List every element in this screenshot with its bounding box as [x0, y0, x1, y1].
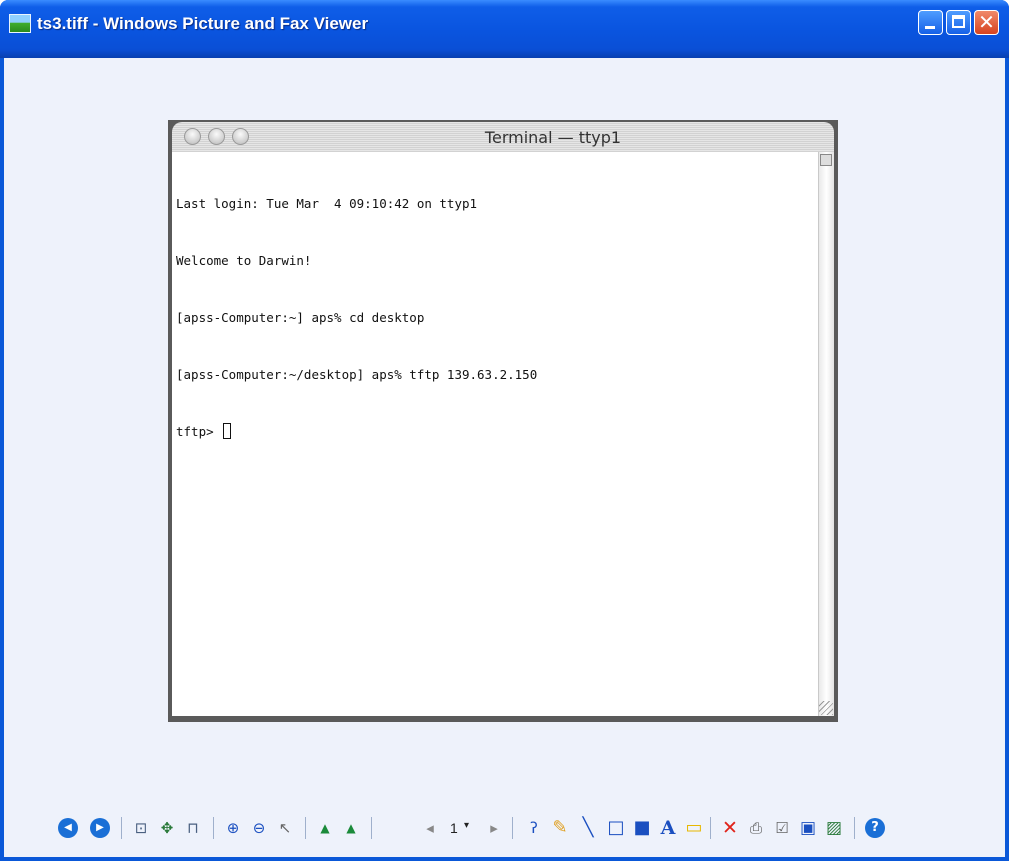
terminal-line: Welcome to Darwin!: [176, 253, 312, 268]
next-image-icon[interactable]: ▶: [90, 818, 110, 838]
maximize-button[interactable]: [946, 10, 971, 35]
previous-page-icon[interactable]: ◂: [420, 818, 440, 838]
print-icon[interactable]: ⎙: [746, 818, 766, 838]
viewer-client-area: Terminal — ttyp1 Last login: Tue Mar 4 0…: [4, 58, 1005, 857]
displayed-image: Terminal — ttyp1 Last login: Tue Mar 4 0…: [168, 120, 838, 722]
hollow-rectangle-icon[interactable]: □: [606, 818, 626, 838]
terminal-prompt: tftp>: [176, 424, 222, 439]
best-fit-icon[interactable]: ⊡: [131, 818, 151, 838]
resize-grip-icon: [819, 701, 833, 715]
terminal-line: [apss-Computer:~] aps% cd desktop: [176, 310, 425, 325]
copy-to-icon[interactable]: ☑: [772, 818, 792, 838]
scroll-arrow-icon: [820, 154, 832, 166]
delete-icon[interactable]: ✕: [720, 818, 740, 838]
toolbar-separator: [121, 817, 122, 839]
highlighter-icon[interactable]: ✎: [550, 818, 570, 838]
text-cursor: [223, 423, 232, 439]
page-number: 1: [450, 820, 458, 836]
terminal-content: Last login: Tue Mar 4 09:10:42 on ttyp1 …: [172, 152, 834, 716]
terminal-title-bar: Terminal — ttyp1: [172, 122, 834, 152]
freehand-annotation-icon[interactable]: ʔ: [524, 818, 544, 838]
slideshow-icon[interactable]: ⊓: [183, 818, 203, 838]
close-button[interactable]: ✕: [974, 10, 999, 35]
save-icon[interactable]: ▣: [798, 818, 818, 838]
minimize-button[interactable]: [918, 10, 943, 35]
previous-image-icon[interactable]: ◀: [58, 818, 78, 838]
minimize-icon: [925, 26, 935, 29]
rotate-counterclockwise-icon[interactable]: ▲: [341, 818, 361, 838]
sticky-note-icon[interactable]: ▭: [684, 818, 704, 838]
filled-rectangle-icon[interactable]: ■: [632, 818, 652, 838]
terminal-title: Terminal — ttyp1: [484, 128, 622, 147]
help-icon[interactable]: ?: [865, 818, 885, 838]
zoom-in-icon[interactable]: ⊕: [223, 818, 243, 838]
pointer-icon[interactable]: ↖: [275, 818, 295, 838]
toolbar-separator: [512, 817, 513, 839]
line-icon[interactable]: ╲: [578, 818, 598, 838]
terminal-scrollbar: [818, 152, 834, 716]
toolbar-separator: [305, 817, 306, 839]
actual-size-icon[interactable]: ✥: [157, 818, 177, 838]
zoom-out-icon[interactable]: ⊖: [249, 818, 269, 838]
window-title: ts3.tiff - Windows Picture and Fax Viewe…: [37, 14, 369, 33]
terminal-output: Last login: Tue Mar 4 09:10:42 on ttyp1 …: [176, 156, 537, 479]
terminal-line: [apss-Computer:~/desktop] aps% tftp 139.…: [176, 367, 538, 382]
picture-icon: [9, 14, 31, 33]
toolbar-separator: [710, 817, 711, 839]
text-annotation-icon[interactable]: A: [658, 818, 678, 838]
terminal-line: Last login: Tue Mar 4 09:10:42 on ttyp1: [176, 196, 478, 211]
toolbar-separator: [213, 817, 214, 839]
rotate-clockwise-icon[interactable]: ▲: [315, 818, 335, 838]
picture-viewer-window: ts3.tiff - Windows Picture and Fax Viewe…: [0, 0, 1009, 861]
next-page-icon[interactable]: ▸: [484, 818, 504, 838]
viewer-toolbar: ◀ ▶ ⊡ ✥ ⊓ ⊕ ⊖ ↖ ▲ ▲ ◂ 1 ▾ ▸ ʔ ✎ ╲ □ ■ A …: [4, 810, 1005, 850]
edit-icon[interactable]: ▨: [824, 818, 844, 838]
maximize-icon: [952, 15, 965, 28]
toolbar-separator: [854, 817, 855, 839]
toolbar-separator: [371, 817, 372, 839]
page-dropdown-icon[interactable]: ▾: [464, 820, 469, 831]
title-bar[interactable]: ts3.tiff - Windows Picture and Fax Viewe…: [0, 0, 1009, 58]
close-icon: ✕: [978, 10, 995, 34]
